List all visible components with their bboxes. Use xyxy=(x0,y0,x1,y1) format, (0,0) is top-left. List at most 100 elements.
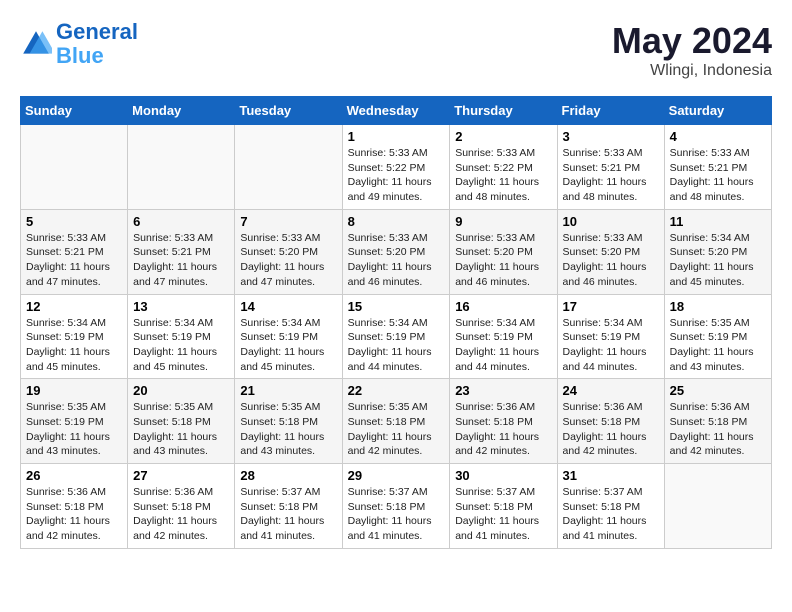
calendar-cell: 27 Sunrise: 5:36 AM Sunset: 5:18 PM Dayli… xyxy=(128,464,235,549)
day-info: Sunrise: 5:33 AM Sunset: 5:22 PM Dayligh… xyxy=(455,146,551,205)
weekday-header-saturday: Saturday xyxy=(664,97,771,125)
weekday-header-wednesday: Wednesday xyxy=(342,97,450,125)
calendar-cell: 7 Sunrise: 5:33 AM Sunset: 5:20 PM Daylig… xyxy=(235,209,342,294)
day-info: Sunrise: 5:36 AM Sunset: 5:18 PM Dayligh… xyxy=(563,400,659,459)
day-info: Sunrise: 5:37 AM Sunset: 5:18 PM Dayligh… xyxy=(455,485,551,544)
calendar-cell: 6Sunrise: 5:33 AM Sunset: 5:21 PM Daylig… xyxy=(128,209,235,294)
day-info: Sunrise: 5:37 AM Sunset: 5:18 PM Dayligh… xyxy=(563,485,659,544)
calendar-cell: 28Sunrise: 5:37 AM Sunset: 5:18 PM Dayli… xyxy=(235,464,342,549)
day-info: Sunrise: 5:37 AM Sunset: 5:18 PM Dayligh… xyxy=(240,485,336,544)
calendar-cell: 24 Sunrise: 5:36 AM Sunset: 5:18 PM Dayli… xyxy=(557,379,664,464)
calendar-cell: 18 Sunrise: 5:35 AM Sunset: 5:19 PM Dayli… xyxy=(664,294,771,379)
day-info: Sunrise: 5:34 AM Sunset: 5:19 PM Dayligh… xyxy=(348,316,445,375)
day-info: Sunrise: 5:34 AM Sunset: 5:19 PM Dayligh… xyxy=(133,316,229,375)
calendar-cell: 23 Sunrise: 5:36 AM Sunset: 5:18 PM Dayli… xyxy=(450,379,557,464)
calendar-table: SundayMondayTuesdayWednesdayThursdayFrid… xyxy=(20,96,772,549)
day-number: 16 xyxy=(455,299,551,314)
weekday-header-monday: Monday xyxy=(128,97,235,125)
calendar-cell xyxy=(664,464,771,549)
day-number: 22 xyxy=(348,383,445,398)
calendar-week-3: 12Sunrise: 5:34 AM Sunset: 5:19 PM Dayli… xyxy=(21,294,772,379)
calendar-cell: 16 Sunrise: 5:34 AM Sunset: 5:19 PM Dayli… xyxy=(450,294,557,379)
calendar-week-2: 5 Sunrise: 5:33 AM Sunset: 5:21 PM Daylig… xyxy=(21,209,772,294)
day-info: Sunrise: 5:33 AM Sunset: 5:20 PM Dayligh… xyxy=(348,231,445,290)
day-number: 21 xyxy=(240,383,336,398)
calendar-cell: 1 Sunrise: 5:33 AM Sunset: 5:22 PM Daylig… xyxy=(342,125,450,210)
day-number: 11 xyxy=(670,214,766,229)
calendar-cell: 19Sunrise: 5:35 AM Sunset: 5:19 PM Dayli… xyxy=(21,379,128,464)
weekday-header-row: SundayMondayTuesdayWednesdayThursdayFrid… xyxy=(21,97,772,125)
day-number: 2 xyxy=(455,129,551,144)
day-number: 6 xyxy=(133,214,229,229)
day-number: 24 xyxy=(563,383,659,398)
day-info: Sunrise: 5:33 AM Sunset: 5:20 PM Dayligh… xyxy=(240,231,336,290)
calendar-cell: 26Sunrise: 5:36 AM Sunset: 5:18 PM Dayli… xyxy=(21,464,128,549)
day-number: 8 xyxy=(348,214,445,229)
day-number: 7 xyxy=(240,214,336,229)
day-number: 1 xyxy=(348,129,445,144)
logo-text: General Blue xyxy=(56,20,138,68)
calendar-cell: 29Sunrise: 5:37 AM Sunset: 5:18 PM Dayli… xyxy=(342,464,450,549)
day-number: 23 xyxy=(455,383,551,398)
day-info: Sunrise: 5:34 AM Sunset: 5:19 PM Dayligh… xyxy=(240,316,336,375)
calendar-cell: 3Sunrise: 5:33 AM Sunset: 5:21 PM Daylig… xyxy=(557,125,664,210)
calendar-cell: 8 Sunrise: 5:33 AM Sunset: 5:20 PM Daylig… xyxy=(342,209,450,294)
calendar-cell: 11 Sunrise: 5:34 AM Sunset: 5:20 PM Dayli… xyxy=(664,209,771,294)
day-number: 5 xyxy=(26,214,122,229)
day-number: 26 xyxy=(26,468,122,483)
calendar-cell: 30 Sunrise: 5:37 AM Sunset: 5:18 PM Dayli… xyxy=(450,464,557,549)
day-info: Sunrise: 5:34 AM Sunset: 5:19 PM Dayligh… xyxy=(26,316,122,375)
weekday-header-tuesday: Tuesday xyxy=(235,97,342,125)
calendar-cell: 2 Sunrise: 5:33 AM Sunset: 5:22 PM Daylig… xyxy=(450,125,557,210)
calendar-cell: 12Sunrise: 5:34 AM Sunset: 5:19 PM Dayli… xyxy=(21,294,128,379)
weekday-header-friday: Friday xyxy=(557,97,664,125)
calendar-cell xyxy=(21,125,128,210)
calendar-cell: 5 Sunrise: 5:33 AM Sunset: 5:21 PM Daylig… xyxy=(21,209,128,294)
calendar-cell: 4Sunrise: 5:33 AM Sunset: 5:21 PM Daylig… xyxy=(664,125,771,210)
day-info: Sunrise: 5:33 AM Sunset: 5:21 PM Dayligh… xyxy=(26,231,122,290)
day-number: 31 xyxy=(563,468,659,483)
day-info: Sunrise: 5:34 AM Sunset: 5:20 PM Dayligh… xyxy=(670,231,766,290)
weekday-header-thursday: Thursday xyxy=(450,97,557,125)
calendar-cell: 15 Sunrise: 5:34 AM Sunset: 5:19 PM Dayli… xyxy=(342,294,450,379)
day-info: Sunrise: 5:33 AM Sunset: 5:22 PM Dayligh… xyxy=(348,146,445,205)
logo: General Blue xyxy=(20,20,138,68)
calendar-cell: 31 Sunrise: 5:37 AM Sunset: 5:18 PM Dayli… xyxy=(557,464,664,549)
day-info: Sunrise: 5:36 AM Sunset: 5:18 PM Dayligh… xyxy=(133,485,229,544)
calendar-week-4: 19Sunrise: 5:35 AM Sunset: 5:19 PM Dayli… xyxy=(21,379,772,464)
calendar-week-5: 26 Sunrise: 5:36 AM Sunset: 5:18 PM Dayli… xyxy=(21,464,772,549)
location: Wlingi, Indonesia xyxy=(612,62,772,80)
page-header: General Blue May 2024 Wlingi, Indonesia xyxy=(20,20,772,80)
title-block: May 2024 Wlingi, Indonesia xyxy=(612,20,772,80)
day-info: Sunrise: 5:35 AM Sunset: 5:19 PM Dayligh… xyxy=(670,316,766,375)
day-number: 14 xyxy=(240,299,336,314)
day-info: Sunrise: 5:36 AM Sunset: 5:18 PM Dayligh… xyxy=(670,400,766,459)
month-title: May 2024 xyxy=(612,20,772,62)
day-number: 19 xyxy=(26,383,122,398)
day-info: Sunrise: 5:35 AM Sunset: 5:18 PM Dayligh… xyxy=(133,400,229,459)
calendar-cell xyxy=(128,125,235,210)
calendar-cell: 17 Sunrise: 5:34 AM Sunset: 5:19 PM Dayli… xyxy=(557,294,664,379)
day-number: 18 xyxy=(670,299,766,314)
day-number: 10 xyxy=(563,214,659,229)
calendar-cell: 22 Sunrise: 5:35 AM Sunset: 5:18 PM Dayli… xyxy=(342,379,450,464)
calendar-cell: 10 Sunrise: 5:33 AM Sunset: 5:20 PM Dayli… xyxy=(557,209,664,294)
day-info: Sunrise: 5:33 AM Sunset: 5:21 PM Dayligh… xyxy=(563,146,659,205)
day-number: 17 xyxy=(563,299,659,314)
day-number: 30 xyxy=(455,468,551,483)
day-info: Sunrise: 5:35 AM Sunset: 5:18 PM Dayligh… xyxy=(240,400,336,459)
calendar-cell: 20 Sunrise: 5:35 AM Sunset: 5:18 PM Dayli… xyxy=(128,379,235,464)
day-info: Sunrise: 5:33 AM Sunset: 5:20 PM Dayligh… xyxy=(563,231,659,290)
day-number: 27 xyxy=(133,468,229,483)
day-info: Sunrise: 5:33 AM Sunset: 5:20 PM Dayligh… xyxy=(455,231,551,290)
day-number: 15 xyxy=(348,299,445,314)
day-info: Sunrise: 5:35 AM Sunset: 5:18 PM Dayligh… xyxy=(348,400,445,459)
weekday-header-sunday: Sunday xyxy=(21,97,128,125)
logo-icon xyxy=(20,28,52,60)
day-info: Sunrise: 5:36 AM Sunset: 5:18 PM Dayligh… xyxy=(455,400,551,459)
day-number: 20 xyxy=(133,383,229,398)
day-info: Sunrise: 5:34 AM Sunset: 5:19 PM Dayligh… xyxy=(455,316,551,375)
day-number: 25 xyxy=(670,383,766,398)
calendar-cell: 13Sunrise: 5:34 AM Sunset: 5:19 PM Dayli… xyxy=(128,294,235,379)
day-info: Sunrise: 5:34 AM Sunset: 5:19 PM Dayligh… xyxy=(563,316,659,375)
